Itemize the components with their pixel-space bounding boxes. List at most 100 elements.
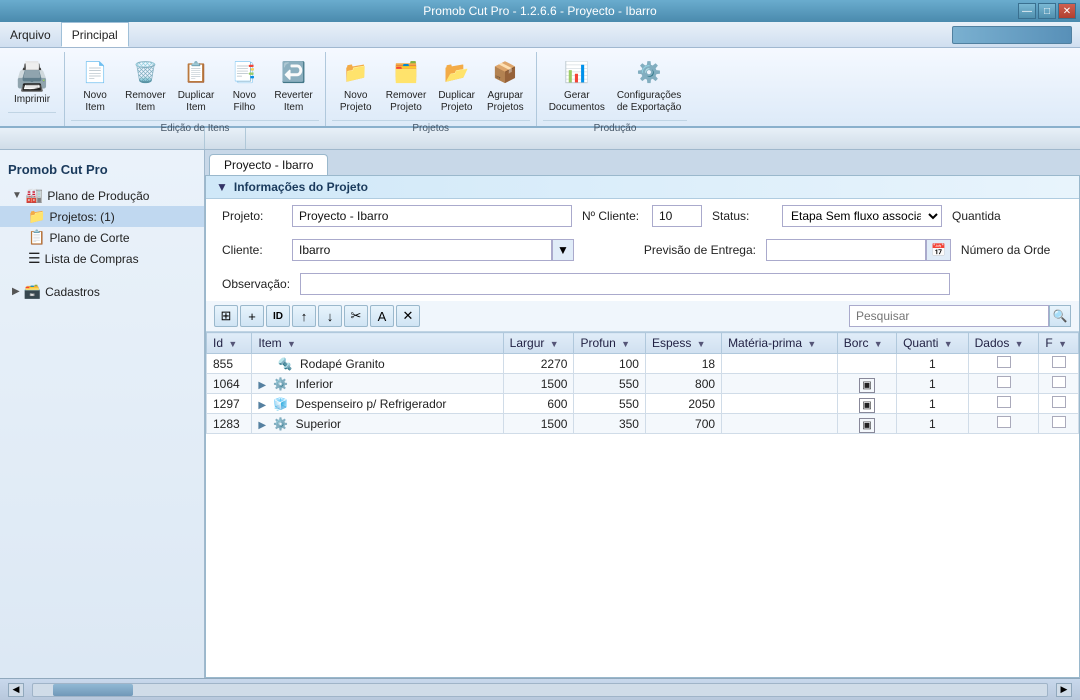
reverter-item-label: ReverterItem: [274, 90, 312, 114]
menu-bar: Arquivo Principal: [0, 22, 1080, 48]
cell-quanti: 1: [897, 354, 969, 374]
close-button[interactable]: ✕: [1058, 3, 1076, 19]
tool-add-button[interactable]: +: [240, 305, 264, 327]
col-header-largura[interactable]: Largur ▼: [503, 333, 574, 354]
ribbon-toggle[interactable]: [952, 26, 1072, 44]
tool-grid-button[interactable]: ⊞: [214, 305, 238, 327]
config-exportacao-button[interactable]: ⚙️ Configuraçõesde Exportação: [611, 52, 688, 118]
cliente-label: Cliente:: [222, 243, 282, 257]
collapse-button[interactable]: ▼: [216, 180, 228, 194]
sidebar-item-projetos[interactable]: 📁 Projetos: (1): [0, 206, 204, 227]
observacao-input[interactable]: [300, 273, 950, 295]
sidebar-item-cadastros[interactable]: ▶ 🗃️ Cadastros: [0, 281, 204, 302]
cell-espess: 2050: [645, 394, 721, 414]
previsao-input[interactable]: [766, 239, 926, 261]
menu-principal[interactable]: Principal: [61, 22, 129, 47]
tool-id-button[interactable]: ID: [266, 305, 290, 327]
cell-dados: [968, 374, 1039, 394]
horizontal-scrollbar[interactable]: [32, 683, 1048, 697]
reverter-item-icon: ↩️: [278, 56, 310, 88]
tool-clear-button[interactable]: ✕: [396, 305, 420, 327]
tool-up-button[interactable]: ↑: [292, 305, 316, 327]
menu-arquivo[interactable]: Arquivo: [0, 22, 61, 47]
novo-filho-button[interactable]: 📑 NovoFilho: [220, 52, 268, 118]
gerar-documentos-button[interactable]: 📊 GerarDocumentos: [543, 52, 611, 118]
reverter-item-button[interactable]: ↩️ ReverterItem: [268, 52, 318, 118]
cell-f: [1039, 374, 1079, 394]
cell-borcha: ▣: [837, 394, 896, 414]
row-expand-icon[interactable]: ▶: [258, 380, 266, 391]
table-row[interactable]: 855 🔩 Rodapé Granito 2270 100 18 1: [207, 354, 1079, 374]
col-header-materia[interactable]: Matéria-prima ▼: [722, 333, 838, 354]
cell-item: ▶ ⚙️ Superior: [252, 414, 503, 434]
remover-item-button[interactable]: 🗑️ RemoverItem: [119, 52, 172, 118]
ribbon-group-label-projetos: Projetos: [332, 120, 530, 136]
col-header-f[interactable]: F ▼: [1039, 333, 1079, 354]
sidebar-item-lista-compras[interactable]: ☰ Lista de Compras: [0, 248, 204, 269]
tool-scissors-button[interactable]: ✂: [344, 305, 368, 327]
cell-id: 1064: [207, 374, 252, 394]
ribbon-group-edicao: 📄 NovoItem 🗑️ RemoverItem 📋 DuplicarItem…: [65, 52, 326, 126]
projeto-input[interactable]: [292, 205, 572, 227]
tab-proyecto-ibarro[interactable]: Proyecto - Ibarro: [209, 154, 328, 175]
imprimir-button[interactable]: 🖨️ Imprimir: [8, 56, 56, 110]
minimize-button[interactable]: —: [1018, 3, 1036, 19]
maximize-button[interactable]: □: [1038, 3, 1056, 19]
filter-icon-id: ▼: [228, 339, 237, 349]
cell-materia: [722, 394, 838, 414]
cell-borcha: ▣: [837, 414, 896, 434]
table-row[interactable]: 1283 ▶ ⚙️ Superior 1500 350 700 ▣ 1: [207, 414, 1079, 434]
table-row[interactable]: 1297 ▶ 🧊 Despenseiro p/ Refrigerador 600…: [207, 394, 1079, 414]
col-header-profund[interactable]: Profun ▼: [574, 333, 646, 354]
calendar-button[interactable]: 📅: [926, 239, 951, 261]
duplicar-projeto-button[interactable]: 📂 DuplicarProjeto: [432, 52, 481, 118]
previsao-input-wrap: 📅: [766, 239, 951, 261]
cell-materia: [722, 414, 838, 434]
scroll-right-button[interactable]: ▶: [1056, 683, 1072, 697]
remover-projeto-button[interactable]: 🗂️ RemoverProjeto: [380, 52, 433, 118]
window-controls[interactable]: — □ ✕: [1018, 3, 1076, 19]
cell-largura: 1500: [503, 374, 574, 394]
sidebar-item-plano-corte[interactable]: 📋 Plano de Corte: [0, 227, 204, 248]
cell-espess: 18: [645, 354, 721, 374]
table-row[interactable]: 1064 ▶ ⚙️ Inferior 1500 550 800 ▣ 1: [207, 374, 1079, 394]
data-table: Id ▼ Item ▼ Largur ▼ Profun ▼ Espess ▼ M…: [206, 332, 1079, 434]
col-header-id[interactable]: Id ▼: [207, 333, 252, 354]
nocliente-input[interactable]: [652, 205, 702, 227]
col-header-quanti[interactable]: Quanti ▼: [897, 333, 969, 354]
cell-profund: 550: [574, 394, 646, 414]
ribbon-group-projetos: 📁 NovoProjeto 🗂️ RemoverProjeto 📂 Duplic…: [326, 52, 537, 126]
cell-largura: 2270: [503, 354, 574, 374]
col-header-dados[interactable]: Dados ▼: [968, 333, 1039, 354]
cliente-input[interactable]: [292, 239, 552, 261]
sidebar-item-plano-producao[interactable]: ▼ 🏭 Plano de Produção: [0, 185, 204, 206]
cell-f: [1039, 394, 1079, 414]
row-expand-icon[interactable]: ▶: [258, 420, 266, 431]
novo-projeto-button[interactable]: 📁 NovoProjeto: [332, 52, 380, 118]
cell-item: 🔩 Rodapé Granito: [252, 354, 503, 374]
ribbon-group-label-producao: Produção: [543, 120, 688, 136]
duplicar-item-button[interactable]: 📋 DuplicarItem: [172, 52, 221, 118]
quantidade-label: Quantida: [952, 209, 1012, 223]
form-row-1: Projeto: Nº Cliente: Status: Etapa Sem f…: [206, 199, 1079, 233]
cliente-input-wrap: ▼: [292, 239, 574, 261]
cliente-dropdown-button[interactable]: ▼: [552, 239, 574, 261]
remover-projeto-label: RemoverProjeto: [386, 90, 427, 114]
search-input[interactable]: [849, 305, 1049, 327]
novo-projeto-icon: 📁: [340, 56, 372, 88]
col-header-item[interactable]: Item ▼: [252, 333, 503, 354]
col-header-borcha[interactable]: Borc ▼: [837, 333, 896, 354]
search-button[interactable]: 🔍: [1049, 305, 1071, 327]
agrupar-projetos-button[interactable]: 📦 AgruparProjetos: [481, 52, 530, 118]
novo-item-button[interactable]: 📄 NovoItem: [71, 52, 119, 118]
gerar-documentos-icon: 📊: [561, 56, 593, 88]
tool-down-button[interactable]: ↓: [318, 305, 342, 327]
col-header-espess[interactable]: Espess ▼: [645, 333, 721, 354]
tool-a-button[interactable]: A: [370, 305, 394, 327]
row-expand-icon[interactable]: ▶: [258, 400, 266, 411]
status-select[interactable]: Etapa Sem fluxo associa: [782, 205, 942, 227]
scroll-left-button[interactable]: ◀: [8, 683, 24, 697]
cell-dados: [968, 354, 1039, 374]
status-bar: ◀ ▶: [0, 678, 1080, 700]
sidebar: Promob Cut Pro ▼ 🏭 Plano de Produção 📁 P…: [0, 150, 205, 678]
